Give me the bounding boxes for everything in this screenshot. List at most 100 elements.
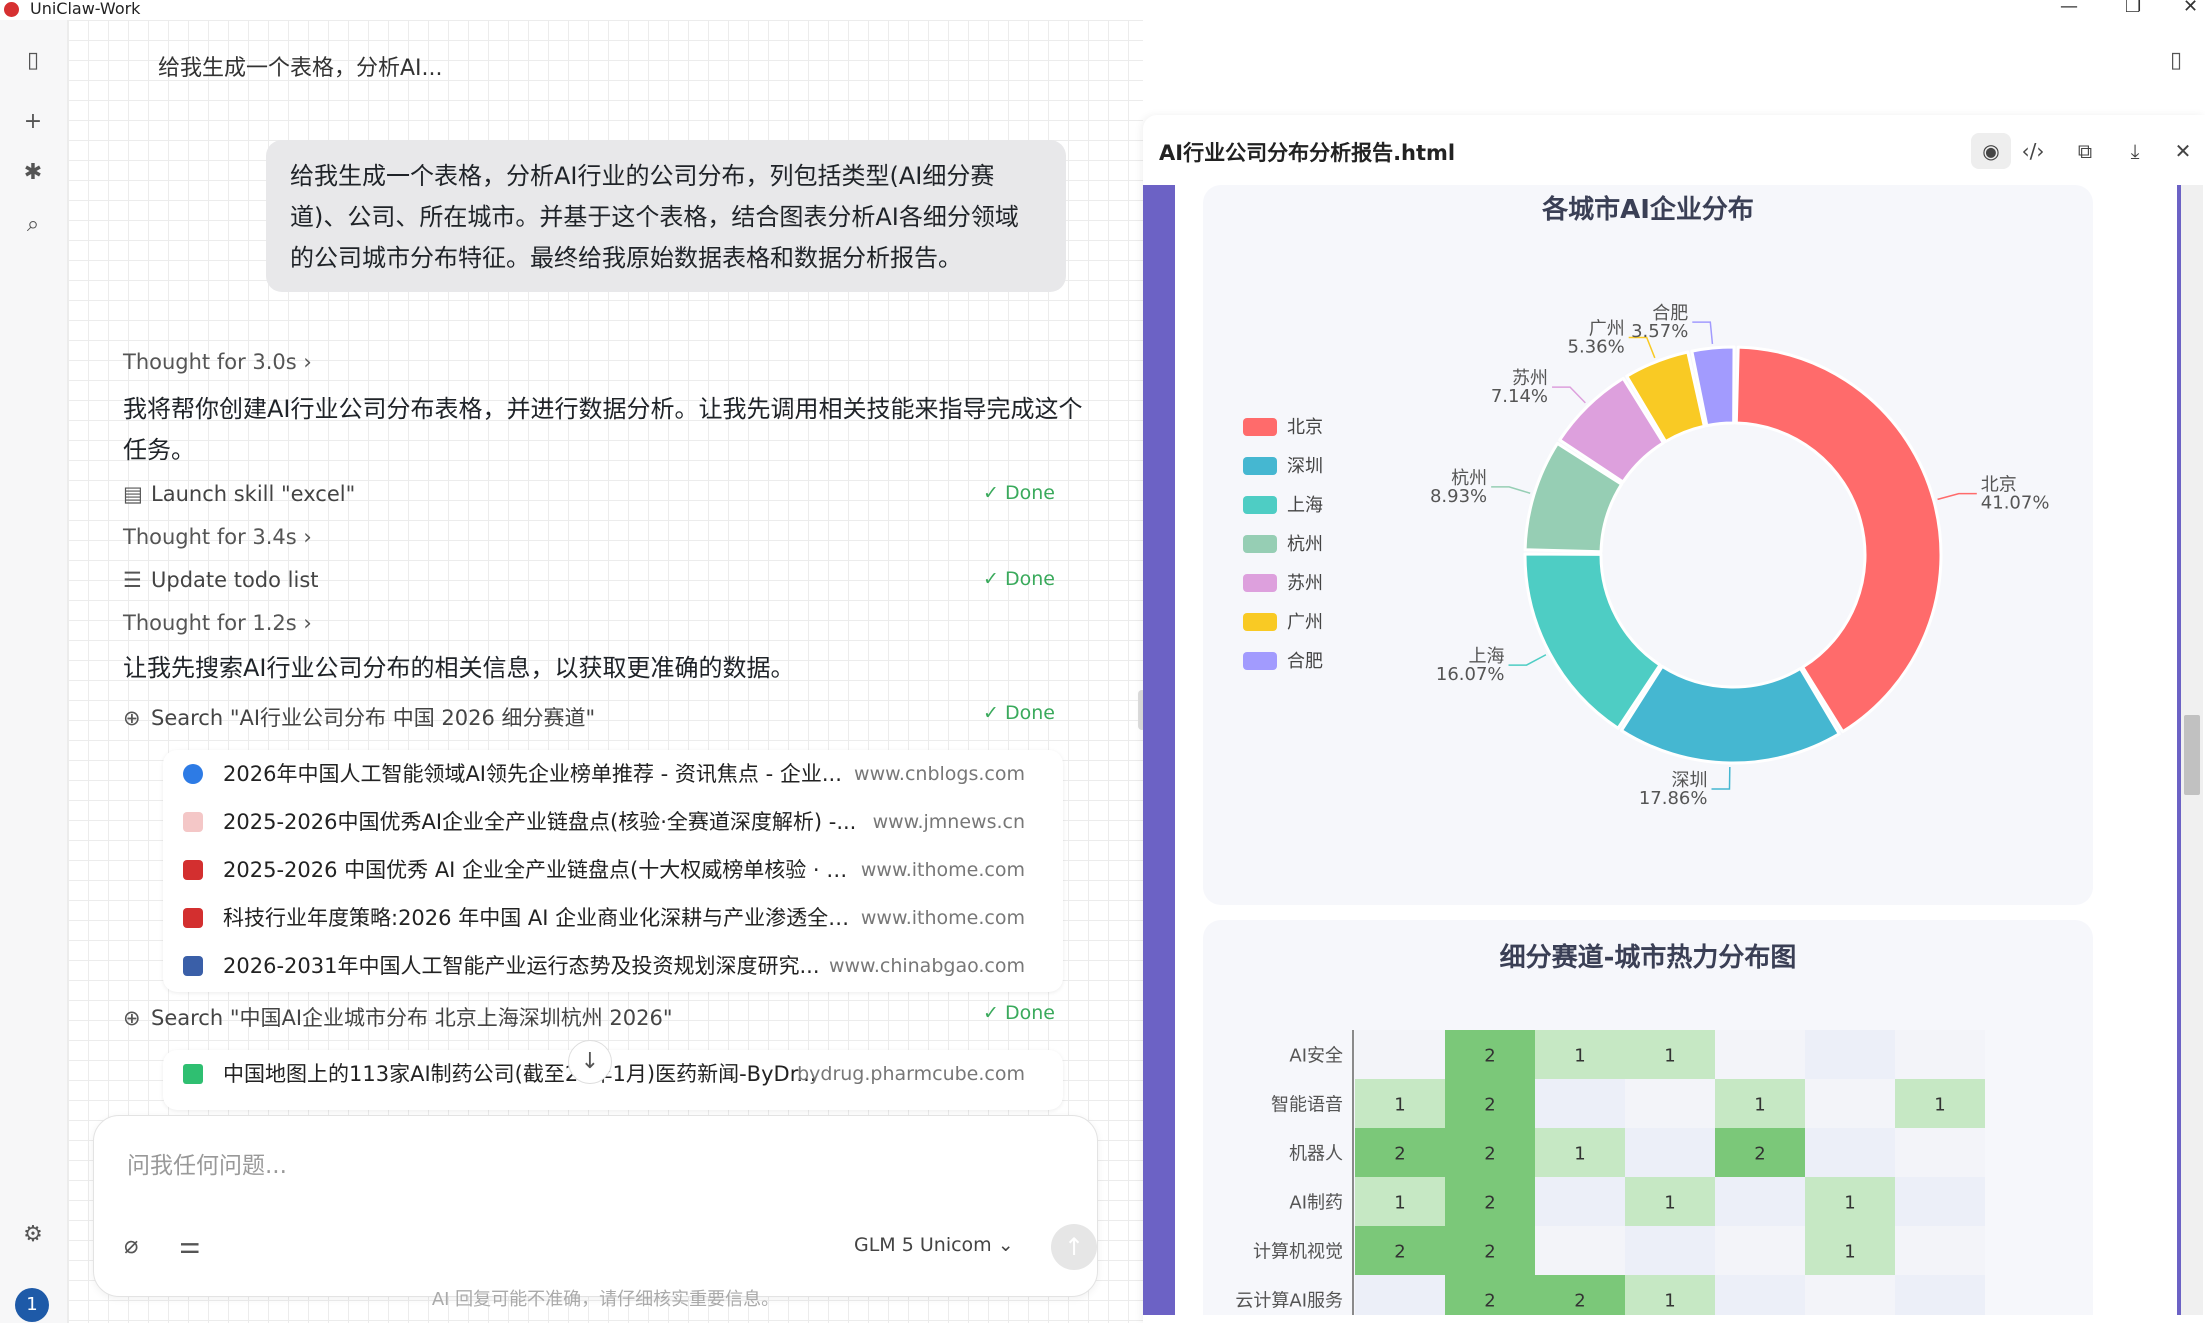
globe-icon: ⊕	[123, 1006, 141, 1030]
legend-label[interactable]: 合肥	[1287, 651, 1323, 672]
search-icon[interactable]: ⌕	[18, 210, 48, 240]
legend-label[interactable]: 苏州	[1287, 573, 1323, 594]
search-result[interactable]: 2026年中国人工智能领域AI领先企业榜单推荐 - 资讯焦点 - 企业... ww…	[163, 750, 1063, 798]
heatmap-cell[interactable]	[1715, 1030, 1805, 1079]
heatmap-cell[interactable]	[1535, 1226, 1625, 1275]
tool-call-update-todo[interactable]: ☰ Update todo list ✓ Done	[123, 568, 1073, 600]
done-status: ✓ Done	[983, 568, 1055, 590]
heatmap-cell[interactable]	[1895, 1030, 1985, 1079]
search-result[interactable]: 中国地图上的113家AI制药公司(截至26年1月)医药新闻-ByDr... byd…	[163, 1050, 1063, 1098]
heatmap-cell[interactable]	[1805, 1128, 1895, 1177]
heatmap-cell[interactable]	[1805, 1079, 1895, 1128]
heatmap-cell[interactable]	[1895, 1128, 1985, 1177]
copy-icon[interactable]: ⧉	[2065, 133, 2105, 169]
legend-label[interactable]: 北京	[1287, 417, 1323, 438]
search-result[interactable]: 2025-2026 中国优秀 AI 企业全产业链盘点(十大权威榜单核验 · 全.…	[163, 846, 1063, 894]
legend-swatch[interactable]	[1243, 574, 1277, 592]
tool-call-launch-skill[interactable]: ▤ Launch skill "excel" ✓ Done	[123, 482, 1073, 514]
close-window-icon[interactable]: ✕	[2183, 0, 2198, 17]
search-result[interactable]: 科技行业年度策略:2026 年中国 AI 企业商业化深耕与产业渗透全景... ww…	[163, 894, 1063, 942]
result-domain: www.jmnews.cn	[872, 811, 1025, 833]
heatmap-cell[interactable]	[1715, 1275, 1805, 1315]
legend-label[interactable]: 上海	[1287, 495, 1323, 516]
tools-settings-icon[interactable]: ⚌	[179, 1231, 201, 1259]
close-preview-icon[interactable]: ✕	[2163, 133, 2203, 169]
legend-swatch[interactable]	[1243, 652, 1277, 670]
settings-gear-icon[interactable]: ⚙	[18, 1220, 48, 1250]
thought-toggle[interactable]: Thought for 1.2s ›	[123, 611, 312, 635]
bug-icon[interactable]: ✱	[18, 158, 48, 188]
heatmap-cell-value: 2	[1484, 1046, 1495, 1067]
heatmap-cell-value: 1	[1664, 1291, 1675, 1312]
heatmap-cell-value: 2	[1574, 1291, 1585, 1312]
thought-toggle[interactable]: Thought for 3.4s ›	[123, 525, 312, 549]
legend-swatch[interactable]	[1243, 496, 1277, 514]
heatmap-cell[interactable]	[1895, 1275, 1985, 1315]
heatmap-cell-value: 1	[1664, 1193, 1675, 1214]
pie-slice[interactable]	[1619, 664, 1841, 765]
heatmap-cell[interactable]	[1895, 1226, 1985, 1275]
result-domain: bydrug.pharmcube.com	[797, 1063, 1025, 1085]
heatmap-cell-value: 1	[1574, 1144, 1585, 1165]
minimize-icon[interactable]: —	[2060, 0, 2078, 17]
sidebar-toggle-icon[interactable]: ▯	[18, 46, 48, 76]
code-view-icon[interactable]: ‹/›	[2013, 133, 2053, 169]
heatmap-cell[interactable]	[1625, 1079, 1715, 1128]
legend-swatch[interactable]	[1243, 613, 1277, 631]
preview-eye-icon[interactable]: ◉	[1971, 133, 2011, 169]
new-chat-icon[interactable]: +	[18, 107, 48, 137]
legend-label[interactable]: 广州	[1287, 612, 1323, 633]
search-result[interactable]: 2026-2031年中国人工智能产业运行态势及投资规划深度研究... www.ch…	[163, 942, 1063, 990]
legend-label[interactable]: 杭州	[1287, 534, 1323, 555]
heatmap-cell-value: 2	[1484, 1144, 1495, 1165]
heatmap-cell[interactable]	[1715, 1177, 1805, 1226]
heatmap-cell[interactable]	[1805, 1030, 1895, 1079]
heatmap-cell[interactable]	[1355, 1275, 1445, 1315]
heatmap-cell[interactable]	[1535, 1177, 1625, 1226]
thought-toggle[interactable]: Thought for 3.0s ›	[123, 350, 312, 374]
avatar[interactable]: 1	[15, 1288, 49, 1322]
legend-swatch[interactable]	[1243, 457, 1277, 475]
preview-scrollbar[interactable]	[2181, 185, 2203, 1315]
heatmap-cell-value: 1	[1394, 1095, 1405, 1116]
heatmap-cell[interactable]	[1895, 1177, 1985, 1226]
heatmap-cell-value: 1	[1574, 1046, 1585, 1067]
legend-swatch[interactable]	[1243, 418, 1277, 436]
preview-panel: AI行业公司分布分析报告.html ◉ ‹/› ⧉ ⤓ ✕ 各城市AI企业分布 …	[1143, 115, 2205, 1323]
heatmap-cell-value: 2	[1484, 1193, 1495, 1214]
heatmap-cell[interactable]	[1805, 1275, 1895, 1315]
pie-label-percent: 8.93%	[1430, 486, 1487, 507]
legend-swatch[interactable]	[1243, 535, 1277, 553]
heatmap-cell[interactable]	[1625, 1128, 1715, 1177]
search-result[interactable]: 2025-2026中国优秀AI企业全产业链盘点(核验·全赛道深度解析) -...…	[163, 798, 1063, 846]
preview-content: 各城市AI企业分布 北京 41.07% 深圳 17.86% 上海 16.07% 杭州 8.93…	[1143, 185, 2203, 1315]
heatmap-cell-value: 2	[1394, 1144, 1405, 1165]
attach-paperclip-icon[interactable]: ⌀	[124, 1231, 138, 1259]
heatmap-cell[interactable]	[1535, 1079, 1625, 1128]
result-domain: www.chinabgao.com	[828, 955, 1025, 977]
tool-call-search-2[interactable]: ⊕ Search "中国AI企业城市分布 北京上海深圳杭州 2026" ✓ Don…	[123, 1002, 1073, 1034]
pie-slice[interactable]	[1734, 345, 1943, 734]
tool-call-search-1[interactable]: ⊕ Search "AI行业公司分布 中国 2026 细分赛道" ✓ Done	[123, 702, 1073, 734]
assistant-paragraph: 让我先搜索AI行业公司分布的相关信息，以获取更准确的数据。	[123, 654, 795, 682]
heatmap-cell[interactable]	[1715, 1226, 1805, 1275]
heatmap-cell-value: 1	[1664, 1046, 1675, 1067]
model-selector[interactable]: GLM 5 Unicom ⌄	[854, 1234, 1014, 1256]
pie-label-percent: 16.07%	[1436, 664, 1505, 685]
scroll-down-button[interactable]: ↓	[568, 1040, 612, 1084]
message-input[interactable]: 问我任何问题...	[127, 1146, 287, 1180]
scroll-thumb[interactable]	[2184, 715, 2200, 795]
result-domain: www.cnblogs.com	[854, 763, 1025, 785]
thought-label: Thought for 1.2s	[123, 611, 297, 635]
panel-toggle-icon[interactable]: ▯	[2170, 48, 2182, 73]
download-icon[interactable]: ⤓	[2115, 133, 2155, 169]
tool-label: Search "AI行业公司分布 中国 2026 细分赛道"	[151, 706, 596, 730]
legend-label[interactable]: 深圳	[1287, 456, 1323, 477]
done-status: ✓ Done	[983, 702, 1055, 724]
heatmap-cell[interactable]	[1355, 1030, 1445, 1079]
pie-label-line	[1711, 766, 1731, 790]
heatmap-cell[interactable]	[1625, 1226, 1715, 1275]
list-icon: ☰	[123, 568, 142, 592]
restore-icon[interactable]: ❐	[2125, 0, 2141, 17]
send-button[interactable]: ↑	[1051, 1224, 1097, 1270]
